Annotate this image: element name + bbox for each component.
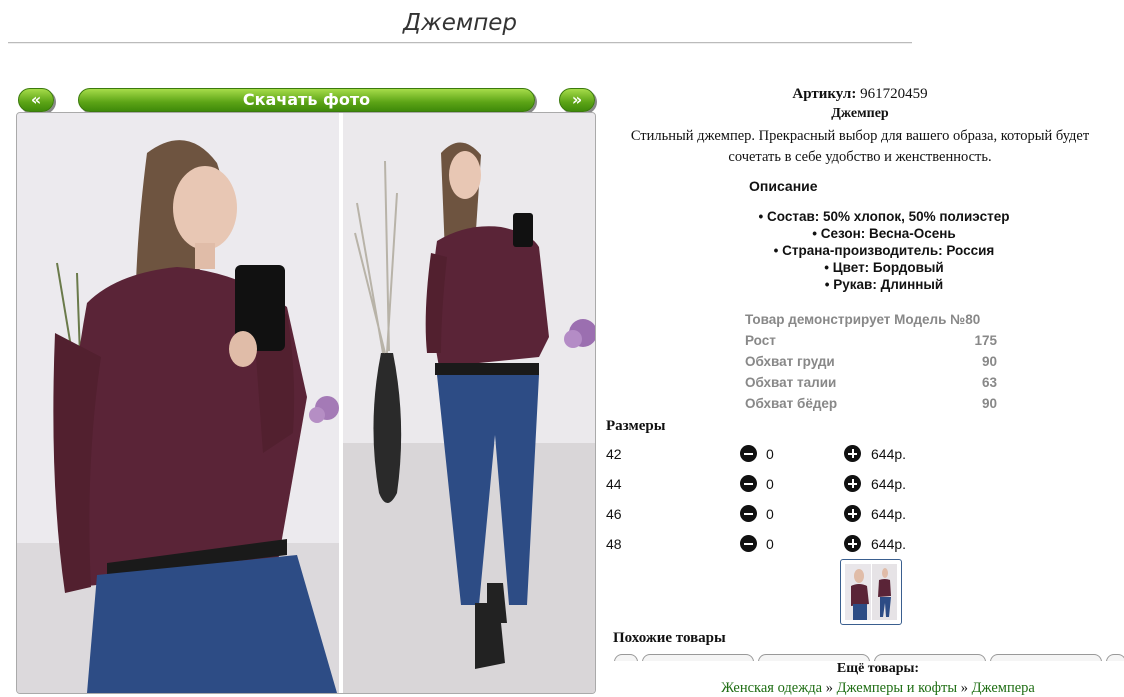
more-products-title: Ещё товары:: [600, 661, 1124, 677]
description-item: Сезон: Весна-Осень: [600, 225, 1124, 242]
model-info: Товар демонстрирует Модель №80 Рост 175 О…: [745, 310, 997, 415]
prev-photo-button[interactable]: «: [18, 88, 54, 112]
product-photo-image: [17, 113, 595, 693]
description-list: Состав: 50% хлопок, 50% полиэстер Сезон:…: [600, 208, 1124, 293]
size-quantity: 0: [766, 446, 774, 462]
thumbnail-image: [845, 564, 897, 620]
model-row-label: Обхват бёдер: [745, 396, 838, 411]
size-label: 44: [606, 476, 622, 492]
breadcrumb-separator: »: [960, 680, 968, 696]
size-price: 644р.: [871, 446, 907, 462]
model-row-value: 90: [981, 354, 997, 369]
minus-circle-icon[interactable]: [740, 445, 757, 462]
size-quantity: 0: [766, 476, 774, 492]
plus-circle-icon[interactable]: [844, 535, 861, 552]
minus-circle-icon[interactable]: [740, 475, 757, 492]
article-label: Артикул:: [792, 86, 857, 102]
next-photo-button[interactable]: »: [559, 88, 595, 112]
title-divider: [8, 42, 912, 43]
size-row: 48 0 644р.: [606, 533, 916, 555]
description-item: Страна-производитель: Россия: [600, 242, 1124, 259]
breadcrumb-link-jumpers[interactable]: Джемпера: [972, 680, 1035, 696]
similar-products-title: Похожие товары: [613, 630, 726, 646]
minus-circle-icon[interactable]: [740, 505, 757, 522]
size-price: 644р.: [871, 536, 907, 552]
product-photo: [16, 112, 596, 694]
plus-circle-icon[interactable]: [844, 475, 861, 492]
size-label: 46: [606, 506, 622, 522]
size-label: 42: [606, 446, 622, 462]
product-description-line-1: Стильный джемпер. Прекрасный выбор для в…: [630, 128, 1090, 144]
model-row-value: 63: [981, 375, 997, 390]
size-label: 48: [606, 536, 622, 552]
size-row: 44 0 644р.: [606, 473, 916, 495]
article-value: 961720459: [860, 86, 928, 102]
product-info: Артикул: 961720459 Джемпер Стильный джем…: [600, 84, 1120, 168]
size-quantity: 0: [766, 506, 774, 522]
description-item: Рукав: Длинный: [600, 276, 1124, 293]
model-title: Товар демонстрирует Модель №80: [745, 312, 981, 327]
description-item: Цвет: Бордовый: [600, 259, 1124, 276]
breadcrumb-separator: »: [825, 680, 833, 696]
product-description: Стильный джемпер. Прекрасный выбор для в…: [600, 126, 1120, 168]
photo-thumbnail[interactable]: [840, 559, 902, 625]
description-item: Состав: 50% хлопок, 50% полиэстер: [600, 208, 1124, 225]
product-description-line-2: сочетать в себе удобство и женственность…: [728, 149, 992, 165]
model-row-label: Рост: [745, 333, 776, 348]
model-row-value: 90: [981, 396, 997, 411]
model-row-label: Обхват талии: [745, 375, 837, 390]
size-quantity: 0: [766, 536, 774, 552]
size-price: 644р.: [871, 476, 907, 492]
minus-circle-icon[interactable]: [740, 535, 757, 552]
sizes-title: Размеры: [606, 418, 666, 434]
product-name: Джемпер: [831, 106, 889, 121]
download-photo-button[interactable]: Скачать фото: [78, 88, 535, 112]
size-price: 644р.: [871, 506, 907, 522]
breadcrumb-link-jumpers-cardigans[interactable]: Джемперы и кофты: [837, 680, 958, 696]
plus-circle-icon[interactable]: [844, 505, 861, 522]
page-title: Джемпер: [403, 10, 517, 36]
model-row-label: Обхват груди: [745, 354, 835, 369]
model-row-value: 175: [974, 333, 997, 348]
size-row: 42 0 644р.: [606, 443, 916, 465]
breadcrumb-link-womens-clothing[interactable]: Женская одежда: [721, 680, 822, 696]
size-row: 46 0 644р.: [606, 503, 916, 525]
description-heading: Описание: [749, 178, 818, 194]
breadcrumb: Женская одежда » Джемперы и кофты » Джем…: [600, 680, 1124, 697]
plus-circle-icon[interactable]: [844, 445, 861, 462]
